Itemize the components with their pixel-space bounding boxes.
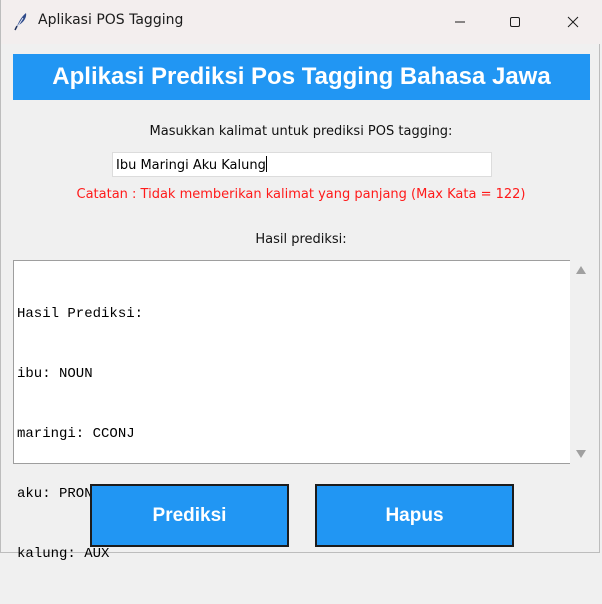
result-scrollbar[interactable] xyxy=(570,260,592,464)
sentence-input[interactable]: Ibu Maringi Aku Kalung xyxy=(112,152,492,177)
window-title: Aplikasi POS Tagging xyxy=(38,12,184,28)
result-line: kalung: AUX xyxy=(17,546,110,562)
close-button[interactable] xyxy=(550,0,596,44)
maximize-icon xyxy=(510,17,520,27)
result-line: maringi: CCONJ xyxy=(17,426,135,442)
result-lines: Hasil Prediksi: ibu: NOUN maringi: CCONJ… xyxy=(17,264,143,604)
scroll-up-icon[interactable] xyxy=(575,265,587,275)
length-note: Catatan : Tidak memberikan kalimat yang … xyxy=(76,187,526,202)
input-prompt-label: Masukkan kalimat untuk prediksi POS tagg… xyxy=(149,124,453,139)
maximize-button[interactable] xyxy=(492,0,538,44)
result-label: Hasil prediksi: xyxy=(255,232,347,247)
app-window: Aplikasi POS Tagging Aplikasi Prediksi P… xyxy=(0,0,601,562)
scroll-down-icon[interactable] xyxy=(575,449,587,459)
header-banner: Aplikasi Prediksi Pos Tagging Bahasa Jaw… xyxy=(13,54,590,100)
sentence-input-value: Ibu Maringi Aku Kalung xyxy=(116,156,267,173)
feather-icon xyxy=(12,11,30,31)
close-icon xyxy=(567,16,579,28)
title-bar[interactable]: Aplikasi POS Tagging xyxy=(1,0,601,44)
minimize-icon xyxy=(455,21,465,23)
minimize-button[interactable] xyxy=(437,0,483,44)
text-caret xyxy=(265,156,267,172)
result-line: ibu: NOUN xyxy=(17,366,93,382)
result-textarea[interactable]: Hasil Prediksi: ibu: NOUN maringi: CCONJ… xyxy=(13,260,570,562)
clear-button[interactable]: Hapus xyxy=(315,484,514,547)
predict-button[interactable]: Prediksi xyxy=(90,484,289,547)
result-line: Hasil Prediksi: xyxy=(17,306,144,322)
